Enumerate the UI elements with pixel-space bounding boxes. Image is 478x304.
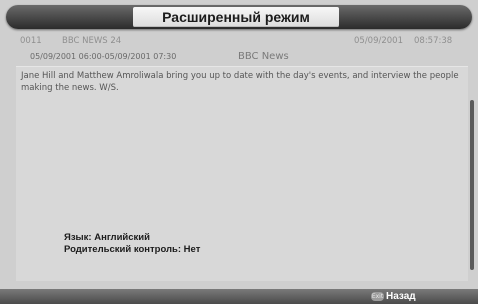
back-button[interactable]: Назад xyxy=(386,290,416,303)
footer-bar: Exit Назад xyxy=(0,289,478,304)
program-details: Язык: Английский Родительский контроль: … xyxy=(64,232,200,256)
current-date: 05/09/2001 xyxy=(354,36,403,46)
channel-info-row: 0011 BBC NEWS 24 05/09/2001 08:57:38 xyxy=(20,36,470,50)
description-scrollbar[interactable] xyxy=(470,100,474,270)
program-description: Jane Hill and Matthew Amroliwala bring y… xyxy=(21,71,459,93)
program-time-range: 05/09/2001 06:00-05/09/2001 07:30 xyxy=(30,52,177,61)
exit-key-icon[interactable]: Exit xyxy=(371,292,384,301)
language-line: Язык: Английский xyxy=(64,232,150,243)
channel-name: BBC NEWS 24 xyxy=(62,36,122,46)
parental-control-line: Родительский контроль: Нет xyxy=(64,244,201,255)
current-time: 08:57:38 xyxy=(414,36,453,46)
program-title: BBC News xyxy=(238,51,289,62)
channel-number: 0011 xyxy=(20,36,42,46)
page-title: Расширенный режим xyxy=(133,7,339,27)
